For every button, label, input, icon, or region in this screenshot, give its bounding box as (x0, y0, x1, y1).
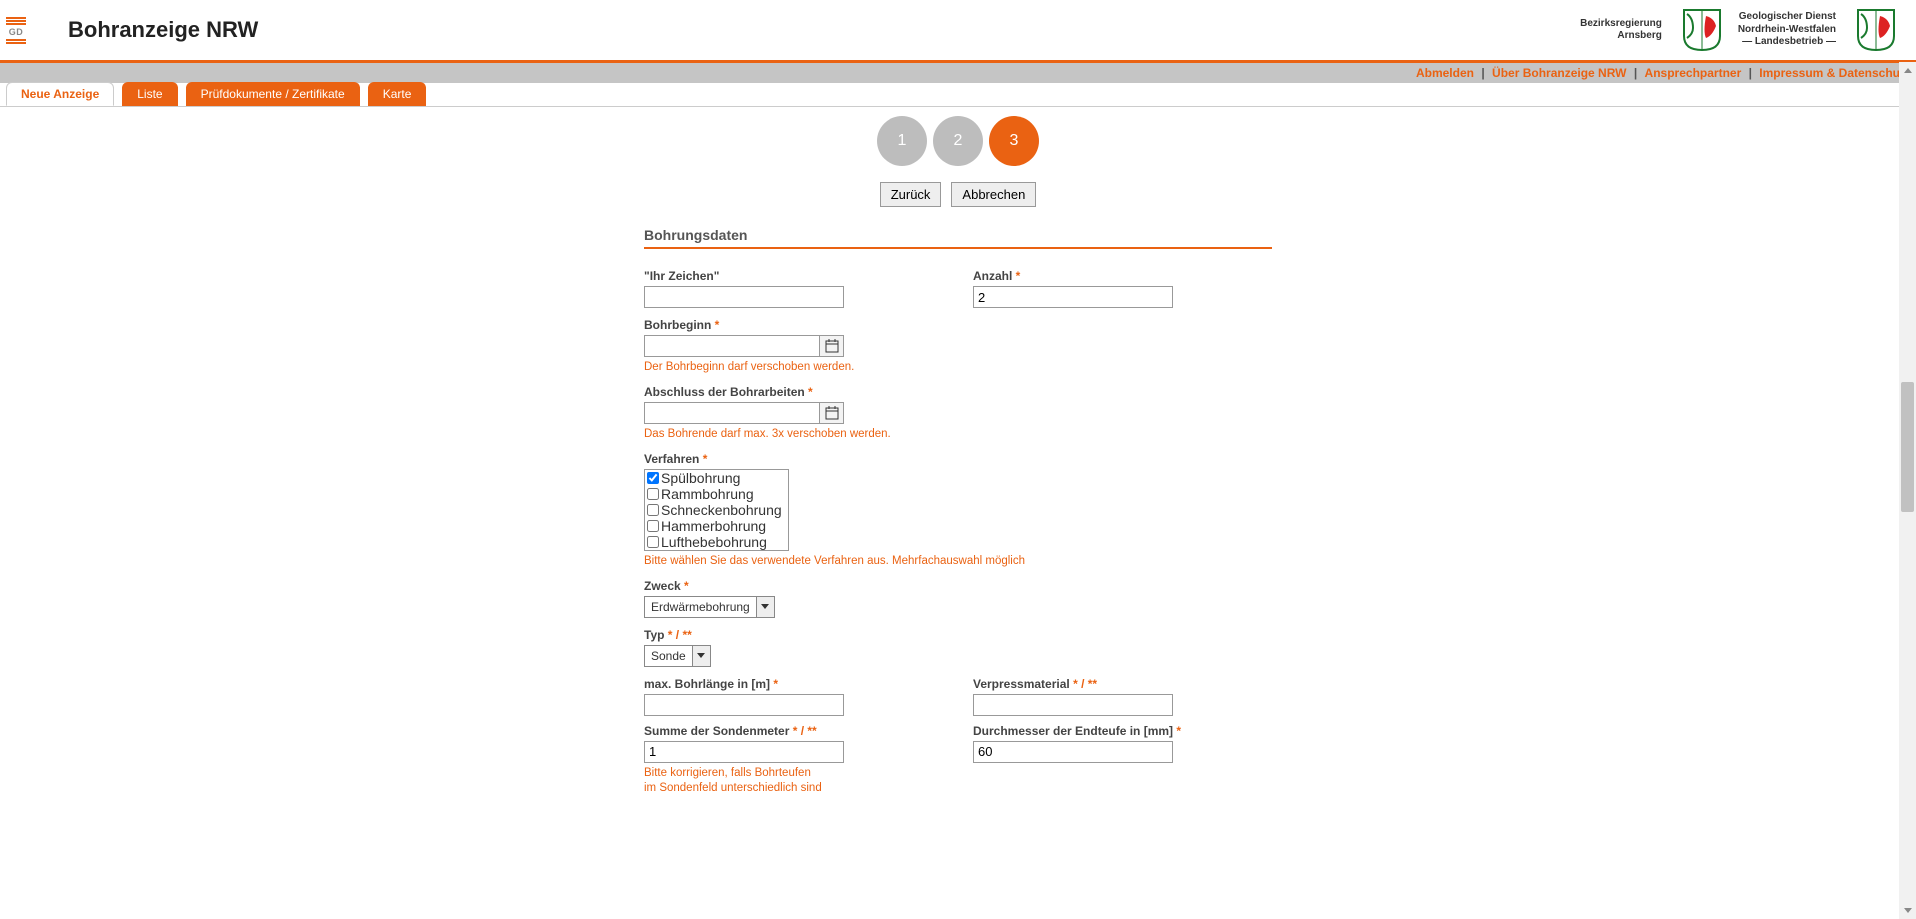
verfahren-option[interactable]: Schneckenbohrung (645, 502, 788, 518)
org-arnsberg: Bezirksregierung Arnsberg (1580, 18, 1662, 43)
zweck-select[interactable]: Erdwärmebohrung (644, 596, 775, 618)
step-2[interactable]: 2 (933, 116, 983, 166)
verfahren-option-label: Rammbohrung (661, 486, 754, 502)
verfahren-checkbox[interactable] (647, 488, 659, 500)
bohrlaenge-input[interactable] (644, 694, 844, 716)
tab-docs[interactable]: Prüfdokumente / Zertifikate (186, 82, 360, 106)
verfahren-multiselect[interactable]: SpülbohrungRammbohrungSchneckenbohrungHa… (644, 469, 789, 551)
verfahren-checkbox[interactable] (647, 472, 659, 484)
verfahren-option[interactable]: Hammerbohrung (645, 518, 788, 534)
bohrbeginn-hint: Der Bohrbeginn darf verschoben werden. (644, 360, 1272, 375)
org-gd: Geologischer Dienst Nordrhein-Westfalen … (1738, 11, 1836, 49)
chevron-down-icon[interactable] (692, 646, 710, 666)
imprint-link[interactable]: Impressum & Datenschutz (1759, 66, 1910, 80)
verfahren-option-label: Hammerbohrung (661, 518, 766, 534)
typ-select[interactable]: Sonde (644, 645, 711, 667)
verfahren-option-label: Spülbohrung (661, 470, 740, 486)
tab-list[interactable]: Liste (122, 82, 177, 106)
calendar-icon (825, 406, 839, 420)
verfahren-hint: Bitte wählen Sie das verwendete Verfahre… (644, 554, 1272, 569)
scroll-down-icon[interactable] (1899, 902, 1916, 919)
zweck-label: Zweck * (644, 579, 1272, 593)
abschluss-label: Abschluss der Bohrarbeiten * (644, 385, 1272, 399)
abschluss-input[interactable] (644, 402, 820, 424)
abschluss-hint: Das Bohrende darf max. 3x verschoben wer… (644, 427, 1272, 442)
scroll-thumb[interactable] (1901, 382, 1914, 512)
calendar-icon (825, 339, 839, 353)
verpress-input[interactable] (973, 694, 1173, 716)
verpress-label: Verpressmaterial * / ** (973, 677, 1272, 691)
tab-new[interactable]: Neue Anzeige (6, 82, 114, 106)
bohrbeginn-input[interactable] (644, 335, 820, 357)
verfahren-checkbox[interactable] (647, 520, 659, 532)
zeichen-input[interactable] (644, 286, 844, 308)
crest-nrw-1 (1682, 8, 1722, 52)
verfahren-checkbox[interactable] (647, 504, 659, 516)
page-scrollbar[interactable] (1899, 62, 1916, 919)
verfahren-checkbox[interactable] (647, 536, 659, 548)
sondenmeter-hint: Bitte korrigieren, falls Bohrteufen im S… (644, 766, 824, 796)
chevron-down-icon[interactable] (756, 597, 774, 617)
tab-map[interactable]: Karte (368, 82, 427, 106)
site-title: Bohranzeige NRW (68, 17, 258, 43)
verfahren-label: Verfahren * (644, 452, 1272, 466)
scroll-up-icon[interactable] (1899, 62, 1916, 79)
sondenmeter-input[interactable] (644, 741, 844, 763)
utility-nav: Abmelden | Über Bohranzeige NRW | Anspre… (0, 63, 1916, 83)
bohrbeginn-calendar-button[interactable] (820, 335, 844, 357)
zeichen-label: "Ihr Zeichen" (644, 269, 943, 283)
step-1[interactable]: 1 (877, 116, 927, 166)
logo-gd: GD (4, 17, 28, 44)
verfahren-option-label: Lufthebebohrung (661, 534, 767, 550)
logout-link[interactable]: Abmelden (1416, 66, 1474, 80)
crest-nrw-2 (1856, 8, 1896, 52)
verfahren-option[interactable]: Lufthebebohrung (645, 534, 788, 550)
verfahren-option-label: Schneckenbohrung (661, 502, 782, 518)
anzahl-label: Anzahl * (973, 269, 1272, 283)
anzahl-input[interactable] (973, 286, 1173, 308)
section-title: Bohrungsdaten (644, 227, 1272, 249)
back-button[interactable]: Zurück (880, 182, 942, 207)
about-link[interactable]: Über Bohranzeige NRW (1492, 66, 1626, 80)
verfahren-option[interactable]: Rammbohrung (645, 486, 788, 502)
bohrbeginn-label: Bohrbeginn * (644, 318, 1272, 332)
durchmesser-input[interactable] (973, 741, 1173, 763)
sondenmeter-label: Summe der Sondenmeter * / ** (644, 724, 943, 738)
step-3[interactable]: 3 (989, 116, 1039, 166)
contact-link[interactable]: Ansprechpartner (1645, 66, 1742, 80)
main-tabs: Neue Anzeige Liste Prüfdokumente / Zerti… (0, 82, 1916, 107)
typ-label: Typ * / ** (644, 628, 1272, 642)
wizard-steps: 1 2 3 (644, 116, 1272, 166)
cancel-button[interactable]: Abbrechen (951, 182, 1036, 207)
durchmesser-label: Durchmesser der Endteufe in [mm] * (973, 724, 1272, 738)
bohrlaenge-label: max. Bohrlänge in [m] * (644, 677, 943, 691)
form-content: 1 2 3 Zurück Abbrechen Bohrungsdaten "Ih… (638, 116, 1278, 796)
page-header: GD Bohranzeige NRW Bezirksregierung Arns… (0, 0, 1916, 63)
abschluss-calendar-button[interactable] (820, 402, 844, 424)
verfahren-option[interactable]: Spülbohrung (645, 470, 788, 486)
